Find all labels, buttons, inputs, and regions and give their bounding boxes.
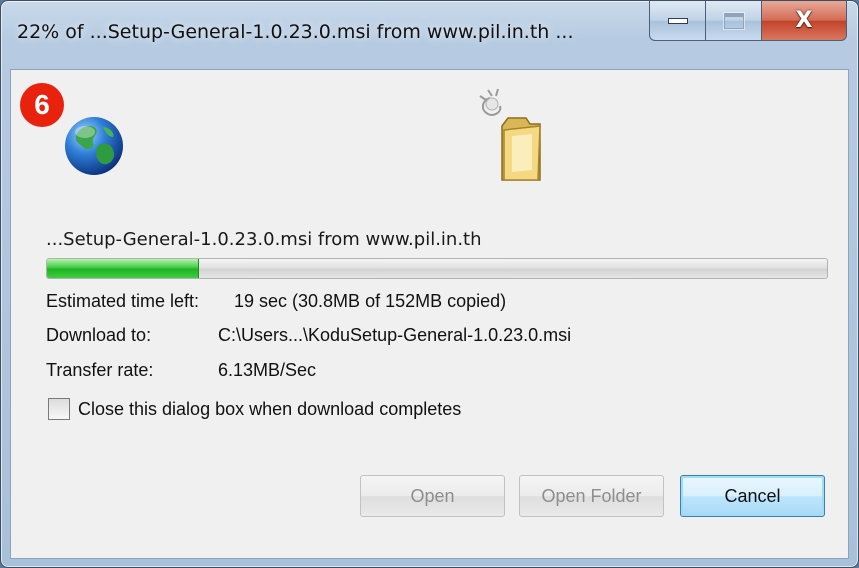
open-button[interactable]: Open xyxy=(360,475,505,517)
transfer-rate-value: 6.13MB/Sec xyxy=(218,360,317,380)
window-title: 22% of ...Setup-General-1.0.23.0.msi fro… xyxy=(17,21,574,43)
maximize-button xyxy=(705,1,762,41)
close-window-button[interactable]: X xyxy=(761,1,847,41)
download-to-path: C:\Users...\KoduSetup-General-1.0.23.0.m… xyxy=(218,325,572,345)
estimated-time-value: 19 sec (30.8MB of 152MB copied) xyxy=(234,291,507,311)
estimated-time-label: Estimated time left: xyxy=(46,291,200,311)
maximize-icon xyxy=(723,12,744,29)
minimize-icon xyxy=(667,17,688,24)
close-icon: X xyxy=(795,7,813,33)
title-bar[interactable]: 22% of ...Setup-General-1.0.23.0.msi fro… xyxy=(1,1,858,69)
download-progress-bar xyxy=(46,258,828,279)
step-number-badge: 6 xyxy=(20,83,64,127)
download-to-label: Download to: xyxy=(46,325,152,345)
close-when-complete-label[interactable]: Close this dialog box when download comp… xyxy=(78,399,461,420)
globe-icon xyxy=(65,117,123,175)
download-filename: ...Setup-General-1.0.23.0.msi from www.p… xyxy=(46,229,482,250)
close-when-complete-checkbox[interactable] xyxy=(48,398,70,420)
transfer-rate-label: Transfer rate: xyxy=(46,360,154,380)
minimize-button[interactable] xyxy=(649,1,706,41)
open-folder-button[interactable]: Open Folder xyxy=(519,475,664,517)
progress-fill xyxy=(47,259,200,278)
folder-icon xyxy=(479,88,541,181)
cancel-button[interactable]: Cancel xyxy=(680,475,825,517)
